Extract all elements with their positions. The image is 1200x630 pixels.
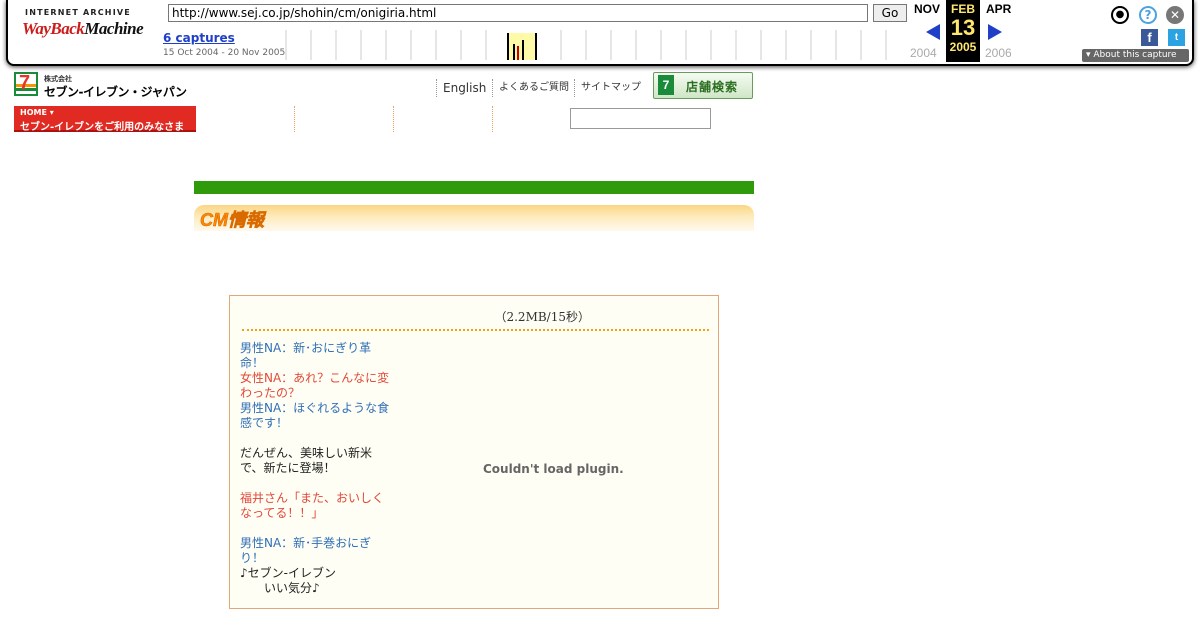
- script-line: いい気分♪: [240, 581, 320, 595]
- wayback-logo-top: INTERNET ARCHIVE: [25, 8, 131, 17]
- store-search-label: 店舗検索: [686, 80, 739, 94]
- nav-divider: [294, 106, 295, 132]
- facebook-icon[interactable]: f: [1141, 29, 1158, 46]
- home-tab-top: HOME ▾: [20, 108, 54, 117]
- dotted-divider: [242, 329, 709, 331]
- current-year: 2005: [949, 40, 977, 54]
- wayback-logo-main: WayBackMachine: [22, 19, 144, 39]
- faq-link[interactable]: よくあるご質問: [492, 79, 569, 97]
- captures-link[interactable]: 6 captures: [163, 31, 235, 45]
- wayback-logo[interactable]: INTERNET ARCHIVE WayBackMachine: [22, 8, 144, 50]
- next-year[interactable]: 2006: [985, 46, 1012, 60]
- script-line: 男性NA：ほぐれるような食感です！: [240, 401, 390, 430]
- sitemap-link[interactable]: サイトマップ: [574, 79, 641, 97]
- current-month: FEB: [951, 2, 975, 16]
- site-search-input[interactable]: [570, 108, 711, 129]
- user-icon[interactable]: ●: [1111, 6, 1129, 24]
- green-divider-bar: [194, 181, 754, 194]
- next-capture-arrow-icon[interactable]: [988, 24, 1002, 40]
- current-capture-date: FEB 13 2005: [946, 0, 980, 62]
- logo-company-name: セブン-イレブン・ジャパン: [44, 85, 187, 99]
- prev-year[interactable]: 2004: [910, 46, 937, 60]
- about-capture-button[interactable]: ▾ About this capture: [1082, 49, 1189, 62]
- wayback-url-input[interactable]: [168, 4, 868, 22]
- cm-panel: （2.2MB/15秒） 男性NA：新･おにぎり革命！ 女性NA：あれ？こんなに変わ…: [229, 295, 719, 609]
- close-icon[interactable]: ✕: [1166, 6, 1184, 24]
- wayback-toolbar: INTERNET ARCHIVE WayBackMachine Go 6 cap…: [6, 0, 1194, 66]
- script-line: 男性NA：新･おにぎり革命！: [240, 341, 372, 370]
- next-month[interactable]: APR: [986, 2, 1011, 16]
- go-button[interactable]: Go: [873, 4, 907, 22]
- english-link[interactable]: English: [436, 79, 486, 97]
- seven-eleven-mark-icon: 7: [14, 72, 38, 96]
- wayback-logo-machine: Machine: [84, 19, 144, 38]
- script-line: 男性NA：新･手巻おにぎり！: [240, 536, 372, 565]
- script-line: ♪セブン-イレブン: [240, 566, 336, 580]
- home-tab[interactable]: HOME ▾ セブン-イレブンをご利用のみなさま: [14, 106, 196, 133]
- prev-capture-arrow-icon[interactable]: [926, 24, 940, 40]
- script-line: だんぜん、美味しい新米で、新たに登場！: [240, 446, 373, 475]
- nav-divider: [492, 106, 493, 132]
- capture-sparkline[interactable]: [280, 30, 908, 60]
- section-banner: CM情報: [194, 205, 754, 231]
- cm-script: 男性NA：新･おにぎり革命！ 女性NA：あれ？こんなに変わったの？ 男性NA：ほぐれ…: [240, 341, 390, 596]
- wayback-logo-wayback: WayBack: [22, 19, 85, 38]
- nav-divider: [393, 106, 394, 132]
- section-title: CM情報: [200, 210, 265, 231]
- help-icon[interactable]: ?: [1139, 6, 1157, 24]
- current-day: 13: [950, 15, 976, 40]
- script-gap: [240, 476, 390, 491]
- script-line: 女性NA：あれ？こんなに変わったの？: [240, 371, 390, 400]
- seven-mark-icon: 7: [658, 75, 674, 95]
- file-size-label: （2.2MB/15秒）: [494, 310, 590, 324]
- plugin-error-message[interactable]: Couldn't load plugin.: [483, 462, 624, 476]
- twitter-icon[interactable]: t: [1168, 29, 1185, 46]
- capture-range: 15 Oct 2004 - 20 Nov 2005: [163, 48, 286, 58]
- about-capture-label: About this capture: [1093, 50, 1177, 60]
- script-gap: [240, 431, 390, 446]
- script-gap: [240, 521, 390, 536]
- prev-month[interactable]: NOV: [914, 2, 940, 16]
- script-line: 福井さん「また、おいしくなってる！！」: [240, 491, 385, 520]
- store-search-button[interactable]: 7 店舗検索: [653, 72, 753, 99]
- home-tab-label: セブン-イレブンをご利用のみなさま: [20, 122, 185, 133]
